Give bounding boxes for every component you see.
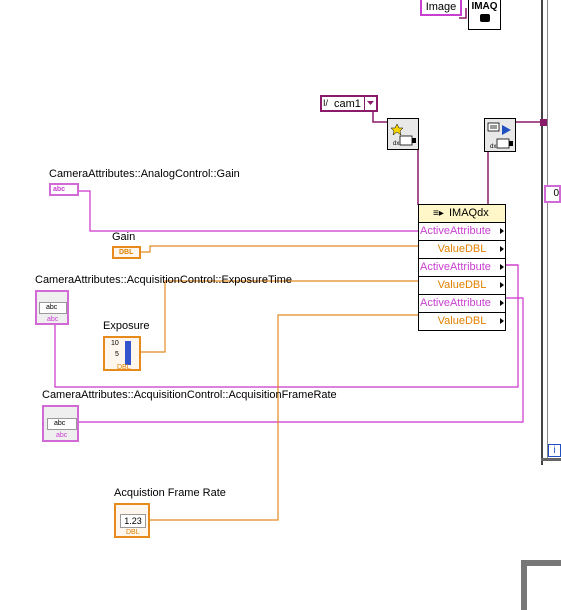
property-row-label: ActiveAttribute	[420, 225, 491, 237]
gain-attr-wire	[79, 190, 418, 232]
exposure-slider-track[interactable]	[125, 341, 131, 365]
property-row-label: ValueDBL	[437, 315, 487, 327]
gain-attr-type: abc	[53, 186, 66, 193]
exposure-attr-caption: CameraAttributes::AcquisitionControl::Ex…	[35, 274, 292, 286]
framerate-attr-control[interactable]: abc abc	[42, 405, 79, 442]
property-row-label: ValueDBL	[437, 279, 487, 291]
exposure-attr-field: abc	[39, 302, 67, 314]
imaqdx-property-node[interactable]: ≡▸ IMAQdx ActiveAttribute ValueDBL Activ…	[418, 204, 506, 331]
imaq-sub-icon	[479, 14, 490, 22]
grab-icon: dx	[487, 122, 513, 150]
exposure-slider-control[interactable]: 10 5 DBL	[103, 336, 141, 371]
property-row-active-attribute[interactable]: ActiveAttribute	[419, 295, 505, 313]
property-node-header[interactable]: ≡▸ IMAQdx	[419, 205, 505, 223]
framerate-caption: Acquistion Frame Rate	[114, 487, 226, 499]
chevron-right-icon	[500, 318, 504, 324]
gain-type: DBL	[119, 249, 134, 256]
exposure-scale-top: 10	[111, 340, 119, 347]
camera-open-icon: dx	[390, 123, 416, 147]
right-stub-indicator[interactable]: 0	[544, 185, 561, 203]
chevron-right-icon	[500, 246, 504, 252]
property-row-label: ValueDBL	[437, 243, 487, 255]
right-bottom-label: i	[553, 445, 556, 456]
chevron-down-icon[interactable]	[364, 97, 376, 110]
image-terminal[interactable]: Image	[420, 0, 462, 16]
property-row-active-attribute[interactable]: ActiveAttribute	[419, 223, 505, 241]
framerate-field[interactable]: 1.23	[120, 514, 146, 528]
property-row-label: ActiveAttribute	[420, 261, 491, 273]
session-wire	[372, 110, 389, 130]
exposure-type: DBL	[117, 364, 131, 371]
imaq-vi-label: IMAQ	[471, 1, 498, 12]
exposure-value-wire	[141, 280, 418, 353]
gain-attr-constant[interactable]: abc	[49, 183, 79, 196]
gain-caption: Gain	[112, 231, 136, 243]
svg-text:dx: dx	[490, 144, 496, 150]
framerate-attr-sub: abc	[56, 432, 68, 439]
chevron-right-icon	[500, 228, 504, 234]
image-terminal-label: Image	[425, 1, 457, 13]
camera-name-constant[interactable]: I/ cam1	[320, 95, 378, 112]
property-row-value-dbl[interactable]: ValueDBL	[419, 313, 505, 330]
chevron-right-icon	[500, 264, 504, 270]
right-bottom-indicator[interactable]: i	[548, 444, 561, 457]
property-node-title: IMAQdx	[449, 207, 489, 219]
framerate-attr-caption: CameraAttributes::AcquisitionControl::Ac…	[42, 389, 337, 401]
structure-border-inner	[547, 0, 561, 458]
chevron-right-icon	[500, 300, 504, 306]
gain-control[interactable]: DBL	[112, 246, 141, 259]
imaq-vi-icon[interactable]: IMAQ	[468, 0, 501, 30]
gain-value-wire	[140, 245, 418, 253]
open-camera-vi-icon[interactable]: dx	[387, 118, 419, 150]
exposure-attr-type: abc	[46, 304, 58, 311]
property-row-value-dbl[interactable]: ValueDBL	[419, 277, 505, 295]
framerate-attr-field: abc	[47, 418, 77, 430]
property-row-active-attribute[interactable]: ActiveAttribute	[419, 259, 505, 277]
framerate-type: DBL	[126, 529, 140, 536]
property-row-label: ActiveAttribute	[420, 297, 491, 309]
property-row-value-dbl[interactable]: ValueDBL	[419, 241, 505, 259]
wire-terminal-square	[540, 119, 547, 126]
exposure-attr-control[interactable]: abc abc	[35, 290, 69, 325]
exposure-scale-mid: 5	[115, 351, 119, 358]
gain-attr-caption: CameraAttributes::AnalogControl::Gain	[49, 168, 240, 180]
exposure-caption: Exposure	[103, 320, 150, 332]
framerate-numeric-control[interactable]: 1.23 DBL	[114, 503, 150, 538]
session-key-icon: ≡▸	[433, 208, 444, 219]
configure-grab-vi-icon[interactable]: dx	[484, 118, 516, 152]
structure-border-lower	[521, 560, 561, 610]
exposure-attr-sub: abc	[47, 316, 59, 323]
structure-border-bottom	[541, 458, 561, 465]
io-name-icon: I/	[323, 98, 329, 108]
framerate-value: 1.23	[124, 516, 142, 526]
camera-name-value: cam1	[334, 98, 361, 110]
svg-text:dx: dx	[393, 141, 399, 147]
chevron-right-icon	[500, 282, 504, 288]
right-stub-label: 0	[553, 188, 559, 199]
framerate-attr-type: abc	[54, 420, 66, 427]
